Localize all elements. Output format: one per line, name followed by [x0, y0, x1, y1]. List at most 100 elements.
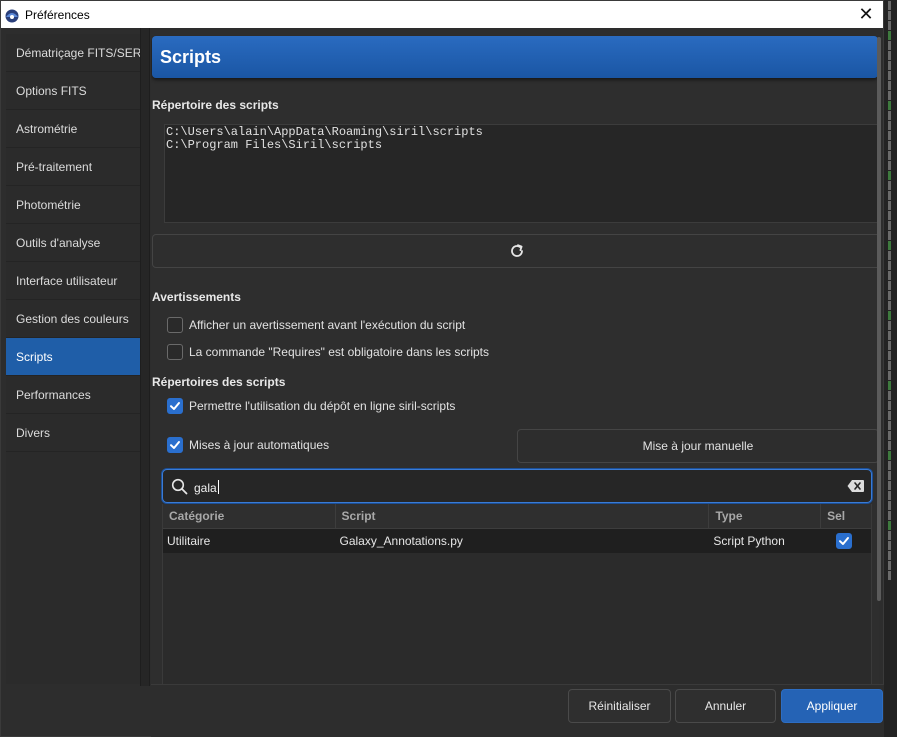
background-terminal-line [888, 341, 897, 350]
scripts-table: Catégorie Script Type Sel Utilitaire Gal… [162, 504, 872, 684]
requires-mandatory-row[interactable]: La commande "Requires" est obligatoire d… [167, 344, 489, 360]
background-terminal-line [888, 361, 897, 370]
column-header-sel[interactable]: Sel [821, 504, 871, 528]
background-terminal-line [888, 331, 897, 340]
window-title: Préférences [25, 7, 90, 22]
background-terminal-line [888, 421, 897, 430]
cell-sel [821, 529, 871, 553]
preferences-window: Préférences ✕ Dématriçage FITS/SER Optio… [0, 0, 884, 737]
column-header-script[interactable]: Script [336, 504, 710, 528]
background-terminal-line [888, 391, 897, 400]
background-terminal-line [888, 1, 897, 10]
background-terminal-line [888, 511, 897, 520]
allow-online-row[interactable]: Permettre l'utilisation du dépôt en lign… [167, 398, 455, 414]
column-header-category[interactable]: Catégorie [163, 504, 336, 528]
background-terminal-line [888, 551, 897, 560]
background-terminal-line [888, 441, 897, 450]
sidebar-item-interface-utilisateur[interactable]: Interface utilisateur [6, 262, 140, 300]
background-terminal-line [888, 301, 897, 310]
background-terminal-line [888, 401, 897, 410]
background-terminal-line [888, 471, 897, 480]
background-terminal-line [888, 251, 897, 260]
siril-app-icon [5, 9, 19, 22]
background-terminal-line [888, 101, 897, 110]
background-terminal-line [888, 121, 897, 130]
sidebar-item-outils-analyse[interactable]: Outils d'analyse [6, 224, 140, 262]
refresh-button[interactable] [152, 234, 879, 268]
sidebar-item-divers[interactable]: Divers [6, 414, 140, 452]
table-header: Catégorie Script Type Sel [163, 504, 871, 529]
cell-category: Utilitaire [167, 534, 211, 548]
apply-button[interactable]: Appliquer [781, 689, 883, 723]
auto-updates-checkbox[interactable] [167, 437, 183, 453]
auto-updates-row[interactable]: Mises à jour automatiques [167, 437, 329, 453]
checkmark-icon [839, 537, 850, 545]
background-terminal-line [888, 351, 897, 360]
sidebar-item-pretraitement[interactable]: Pré-traitement [6, 148, 140, 186]
auto-updates-label: Mises à jour automatiques [189, 438, 330, 452]
sidebar-item-photometrie[interactable]: Photométrie [6, 186, 140, 224]
cancel-button[interactable]: Annuler [675, 689, 776, 723]
reset-button[interactable]: Réinitialiser [568, 689, 671, 723]
background-terminal-line [888, 71, 897, 80]
warn-before-exec-checkbox[interactable] [167, 317, 183, 333]
background-terminal-line [888, 431, 897, 440]
column-header-type[interactable]: Type [709, 504, 822, 528]
sidebar-item-gestion-couleurs[interactable]: Gestion des couleurs [6, 300, 140, 338]
sidebar-item-dematricage[interactable]: Dématriçage FITS/SER [6, 34, 141, 72]
background-terminal-line [888, 571, 897, 580]
script-search-input[interactable]: gala [162, 469, 872, 503]
row-select-checkbox[interactable] [836, 533, 853, 549]
search-icon [171, 478, 188, 495]
background-terminal-line [888, 201, 897, 210]
background-terminal-line [888, 481, 897, 490]
background-terminal-line [888, 111, 897, 120]
background-terminal-line [888, 321, 897, 330]
warnings-title: Avertissements [152, 290, 241, 304]
page-header: Scripts [152, 36, 878, 78]
sidebar-item-options-fits[interactable]: Options FITS [6, 72, 140, 110]
background-terminal-line [888, 91, 897, 100]
refresh-icon [511, 244, 523, 257]
background-terminal-line [888, 541, 897, 550]
background-terminal-line [888, 181, 897, 190]
warn-before-exec-row[interactable]: Afficher un avertissement avant l'exécut… [167, 317, 465, 333]
background-terminal-line [888, 271, 897, 280]
text-caret [217, 480, 219, 494]
requires-mandatory-checkbox[interactable] [167, 344, 183, 360]
clear-search-icon[interactable] [847, 478, 865, 494]
sidebar-item-performances[interactable]: Performances [6, 376, 140, 414]
background-terminal-line [888, 141, 897, 150]
sidebar-item-astrometrie[interactable]: Astrométrie [6, 110, 140, 148]
background-terminal-line [888, 521, 897, 530]
background-terminal-line [888, 171, 897, 180]
background-terminal-line [888, 291, 897, 300]
allow-online-checkbox[interactable] [167, 398, 183, 414]
content-scrollbar[interactable] [877, 37, 881, 601]
background-terminal-line [888, 231, 897, 240]
background-terminal-line [888, 261, 897, 270]
checkmark-icon [170, 402, 180, 410]
scripts-dir-textarea[interactable]: C:\Users\alain\AppData\Roaming\siril\scr… [164, 124, 879, 223]
background-terminal-line [888, 151, 897, 160]
checkmark-icon [170, 441, 180, 449]
scripts-dir-line: C:\Program Files\Siril\scripts [166, 138, 383, 152]
close-icon[interactable]: ✕ [857, 5, 875, 23]
background-terminal-line [888, 161, 897, 170]
sidebar-item-scripts[interactable]: Scripts [6, 338, 140, 376]
background-terminal-line [888, 221, 897, 230]
title-bar[interactable]: Préférences ✕ [1, 1, 883, 28]
background-terminal-line [888, 41, 897, 50]
pane-divider[interactable] [140, 28, 150, 686]
cell-type: Script Python [713, 534, 785, 548]
background-terminal-line [888, 191, 897, 200]
manual-update-button[interactable]: Mise à jour manuelle [517, 429, 879, 463]
search-value: gala [194, 481, 217, 495]
table-row[interactable]: Utilitaire Galaxy_Annotations.py Script … [163, 529, 871, 553]
scripts-page: Scripts Répertoire des scripts C:\Users\… [151, 34, 879, 684]
background-terminal-line [888, 491, 897, 500]
background-terminal-line [888, 21, 897, 30]
background-terminal-line [888, 241, 897, 250]
allow-online-label: Permettre l'utilisation du dépôt en lign… [189, 399, 456, 413]
cell-script: Galaxy_Annotations.py [339, 534, 463, 548]
